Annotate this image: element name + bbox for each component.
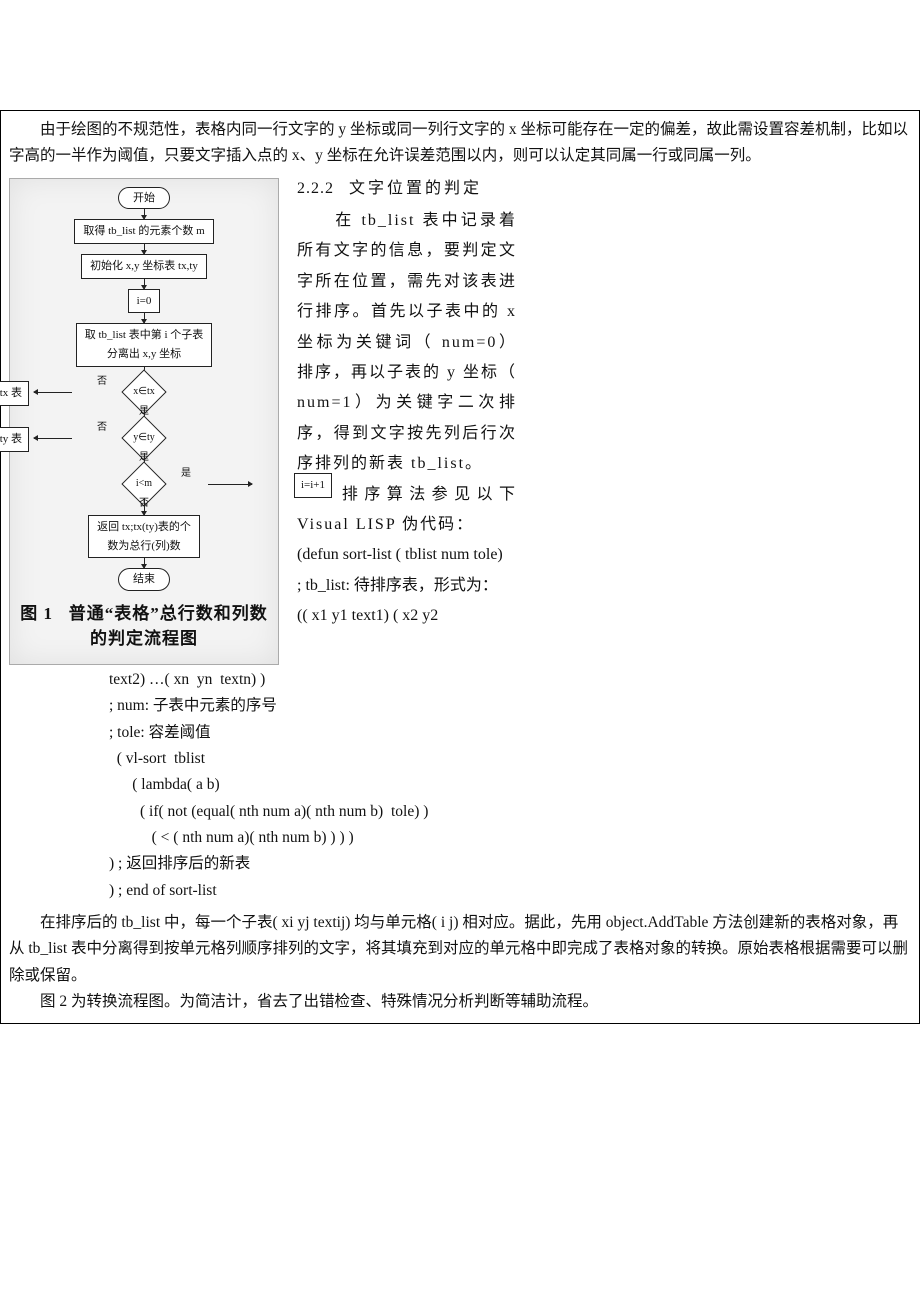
arrow-icon bbox=[144, 558, 145, 568]
decision-3-yes: 是 bbox=[181, 465, 191, 482]
tail-paragraphs: 在排序后的 tb_list 中，每一个子表( xi yj textij) 均与单… bbox=[9, 910, 911, 1015]
right-text-column: 2.2.2 文字位置的判定 在 tb_list 表中记录着所有文字的信息，要判定… bbox=[297, 174, 517, 632]
flowchart: 开始 取得 tb_list 的元素个数 m 初始化 x,y 坐标表 tx,ty … bbox=[16, 187, 272, 591]
code-line: ( lambda( a b) bbox=[109, 772, 911, 798]
flow-start: 开始 bbox=[118, 187, 170, 210]
section-title: 文字位置的判定 bbox=[349, 180, 482, 197]
section-number: 2.2.2 bbox=[297, 180, 334, 197]
arrow-icon bbox=[144, 244, 145, 254]
arrow-icon bbox=[144, 209, 145, 219]
section-heading: 2.2.2 文字位置的判定 bbox=[297, 174, 517, 204]
code-line: ( < ( nth num a)( nth num b) ) ) ) bbox=[109, 825, 911, 851]
decision-3-label: i<m bbox=[136, 475, 152, 492]
flow-decision-2-row: y∈ty 否 将 y 插入 ty 表 是 bbox=[16, 423, 272, 453]
flow-step-4: 取 tb_list 表中第 i 个子表 分离出 x,y 坐标 bbox=[76, 323, 213, 366]
intro-paragraph: 由于绘图的不规范性，表格内同一行文字的 y 坐标或同一列行文字的 x 坐标可能存… bbox=[9, 117, 911, 170]
code-line: ( if( not (equal( nth num a)( nth num b)… bbox=[109, 799, 911, 825]
flow-step-2: 初始化 x,y 坐标表 tx,ty bbox=[81, 254, 207, 279]
flow-end: 结束 bbox=[118, 568, 170, 591]
decision-2-label: y∈ty bbox=[133, 429, 155, 446]
flow-insert-x: 将 x 插入 tx 表 bbox=[0, 381, 29, 406]
connector-line bbox=[34, 392, 72, 393]
figure-title-line2: 的判定流程图 bbox=[90, 629, 198, 648]
code-line: ) ; end of sort-list bbox=[109, 878, 911, 904]
arrow-icon bbox=[144, 279, 145, 289]
code-line: ; tole: 容差阈值 bbox=[109, 720, 911, 746]
page-frame: 由于绘图的不规范性，表格内同一行文字的 y 坐标或同一列行文字的 x 坐标可能存… bbox=[0, 110, 920, 1024]
section-body-1: 在 tb_list 表中记录着所有文字的信息，要判定文字所在位置，需先对该表进行… bbox=[297, 206, 517, 480]
flow-increment: i=i+1 bbox=[294, 473, 332, 498]
code-line: ( vl-sort tblist bbox=[109, 746, 911, 772]
connector-line bbox=[208, 484, 252, 485]
code-line: text2) …( xn yn textn) ) bbox=[109, 667, 911, 693]
flow-step-1: 取得 tb_list 的元素个数 m bbox=[74, 219, 213, 244]
figure-number: 图 1 bbox=[20, 604, 53, 623]
code-right-1: (defun sort-list ( tblist num tole) bbox=[297, 540, 517, 570]
code-line: ) ; 返回排序后的新表 bbox=[109, 851, 911, 877]
figure-caption: 图 1 普通“表格”总行数和列数 的判定流程图 bbox=[16, 601, 272, 652]
arrow-icon bbox=[144, 313, 145, 323]
decision-2-no: 否 bbox=[97, 419, 107, 436]
connector-line bbox=[34, 438, 72, 439]
flow-decision-1-row: x∈tx 否 将 x 插入 tx 表 是 bbox=[16, 377, 272, 407]
figure-column: 开始 取得 tb_list 的元素个数 m 初始化 x,y 坐标表 tx,ty … bbox=[9, 174, 279, 665]
tail-p2: 图 2 为转换流程图。为简洁计，省去了出错检查、特殊情况分析判断等辅助流程。 bbox=[9, 989, 911, 1015]
tail-p1: 在排序后的 tb_list 中，每一个子表( xi yj textij) 均与单… bbox=[9, 910, 911, 989]
arrow-icon bbox=[144, 499, 145, 515]
flow-step-3: i=0 bbox=[128, 289, 161, 314]
code-line: ; num: 子表中元素的序号 bbox=[109, 693, 911, 719]
code-right-3: (( x1 y1 text1) ( x2 y2 bbox=[297, 601, 517, 631]
figure-box: 开始 取得 tb_list 的元素个数 m 初始化 x,y 坐标表 tx,ty … bbox=[9, 178, 279, 665]
code-right-2: ; tb_list: 待排序表，形式为： bbox=[297, 571, 517, 601]
flow-return: 返回 tx;tx(ty)表的个 数为总行(列)数 bbox=[88, 515, 200, 558]
figure-title-line1: 普通“表格”总行数和列数 bbox=[69, 604, 268, 623]
flow-decision-3-row: i<m 是 i=i+1 否 bbox=[16, 469, 272, 499]
code-continuation: text2) …( xn yn textn) ) ; num: 子表中元素的序号… bbox=[109, 667, 911, 904]
decision-1-no: 否 bbox=[97, 373, 107, 390]
two-column-layout: 开始 取得 tb_list 的元素个数 m 初始化 x,y 坐标表 tx,ty … bbox=[9, 174, 911, 665]
flow-insert-y: 将 y 插入 ty 表 bbox=[0, 427, 29, 452]
decision-1-label: x∈tx bbox=[133, 383, 155, 400]
